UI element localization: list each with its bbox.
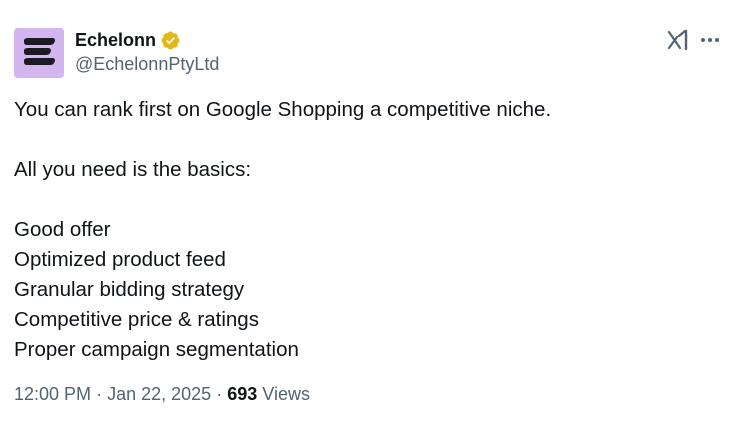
- separator: ·: [216, 384, 223, 404]
- list-item: Granular bidding strategy: [14, 278, 245, 301]
- list-item: Proper campaign segmentation: [14, 338, 299, 361]
- tweet-text: You can rank first on Google Shopping a …: [14, 95, 714, 365]
- echelonn-logo-icon: [14, 28, 64, 78]
- top-actions: [666, 28, 721, 52]
- tweet-line: All you need is the basics:: [14, 158, 252, 181]
- verified-badge-icon[interactable]: [160, 30, 181, 51]
- views-label: Views: [262, 384, 310, 404]
- display-name[interactable]: Echelonn: [75, 30, 156, 51]
- grok-icon[interactable]: [666, 28, 690, 52]
- tweet: Echelonn @EchelonnPtyLtd You can rank fi…: [0, 0, 737, 424]
- avatar[interactable]: [14, 28, 64, 78]
- views-count: 693: [227, 384, 258, 404]
- list-item: Optimized product feed: [14, 248, 226, 271]
- timestamp-time[interactable]: 12:00 PM: [14, 384, 91, 404]
- more-options-icon[interactable]: [699, 28, 721, 52]
- name-row: Echelonn: [75, 28, 219, 52]
- list-item: Good offer: [14, 218, 111, 241]
- tweet-header: Echelonn @EchelonnPtyLtd: [75, 28, 219, 75]
- list-item: Competitive price & ratings: [14, 308, 259, 331]
- tweet-line: You can rank first on Google Shopping a …: [14, 98, 552, 121]
- timestamp-date[interactable]: Jan 22, 2025: [107, 384, 211, 404]
- separator: ·: [96, 384, 103, 404]
- tweet-metadata: 12:00 PM · Jan 22, 2025 · 693 Views: [14, 384, 310, 405]
- author-handle[interactable]: @EchelonnPtyLtd: [75, 54, 219, 75]
